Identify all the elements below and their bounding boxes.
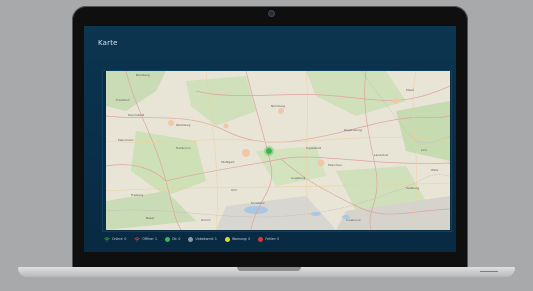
svg-text:Ingolstadt: Ingolstadt	[306, 146, 322, 150]
map-view[interactable]: Bamberg Würzburg Nürnberg Frankfurt Darm…	[106, 71, 450, 230]
svg-text:Basel: Basel	[146, 216, 154, 220]
svg-text:Linz: Linz	[421, 148, 427, 152]
svg-text:Plzeň: Plzeň	[406, 88, 414, 92]
status-legend: Online: 0 Offline: 1 Ok: 0 Unbekannt: 1	[102, 233, 452, 245]
status-unknown-label: Unbekannt: 1	[195, 237, 217, 241]
svg-text:Frankfurt: Frankfurt	[116, 98, 130, 102]
status-warning-label: Warnung: 0	[231, 237, 251, 241]
webcam-icon	[268, 10, 275, 17]
svg-text:Zürich: Zürich	[201, 218, 211, 222]
svg-text:Landshut: Landshut	[374, 153, 389, 157]
status-offline: Offline: 1	[134, 236, 157, 242]
svg-text:München: München	[328, 163, 342, 167]
laptop-foot	[480, 271, 498, 272]
map-marker[interactable]	[266, 148, 272, 154]
status-error: Fehler: 0	[258, 236, 280, 242]
svg-text:Darmstadt: Darmstadt	[128, 113, 145, 117]
status-offline-label: Offline: 1	[142, 237, 157, 241]
svg-text:Salzburg: Salzburg	[406, 186, 419, 190]
wifi-online-icon	[104, 236, 110, 242]
svg-text:Freiburg: Freiburg	[131, 193, 143, 197]
status-error-label: Fehler: 0	[265, 237, 280, 241]
svg-text:Mannheim: Mannheim	[118, 138, 134, 142]
app-screen: Karte Bamberg Würzburg Nürnberg Frankfur…	[84, 26, 456, 252]
laptop-bezel: Karte Bamberg Würzburg Nürnberg Frankfur…	[72, 6, 468, 271]
svg-text:Nürnberg: Nürnberg	[271, 104, 285, 108]
error-dot-icon	[258, 236, 264, 242]
page-title: Karte	[98, 39, 118, 47]
svg-text:Regensburg: Regensburg	[344, 128, 362, 132]
ok-dot-icon	[164, 236, 170, 242]
header-bar: Karte	[84, 26, 456, 64]
status-warning: Warnung: 0	[224, 236, 251, 242]
map-card: Bamberg Würzburg Nürnberg Frankfurt Darm…	[102, 70, 452, 232]
svg-text:Heilbronn: Heilbronn	[176, 146, 191, 150]
svg-text:Innsbruck: Innsbruck	[346, 218, 361, 222]
svg-text:Würzburg: Würzburg	[176, 123, 191, 127]
status-ok-label: Ok: 0	[171, 237, 181, 241]
svg-text:Augsburg: Augsburg	[291, 176, 305, 180]
svg-text:Bamberg: Bamberg	[136, 73, 150, 77]
status-ok: Ok: 0	[164, 236, 181, 242]
svg-text:Wels: Wels	[431, 168, 438, 172]
svg-text:Konstanz: Konstanz	[251, 201, 265, 205]
unknown-dot-icon	[188, 236, 194, 242]
warning-dot-icon	[224, 236, 230, 242]
svg-text:Stuttgart: Stuttgart	[221, 160, 235, 164]
status-unknown: Unbekannt: 1	[188, 236, 217, 242]
svg-text:Ulm: Ulm	[231, 188, 237, 192]
laptop-notch	[237, 267, 301, 271]
status-online: Online: 0	[104, 236, 127, 242]
status-online-label: Online: 0	[112, 237, 127, 241]
map-tiles: Bamberg Würzburg Nürnberg Frankfurt Darm…	[106, 71, 450, 230]
wifi-offline-icon	[134, 236, 141, 242]
